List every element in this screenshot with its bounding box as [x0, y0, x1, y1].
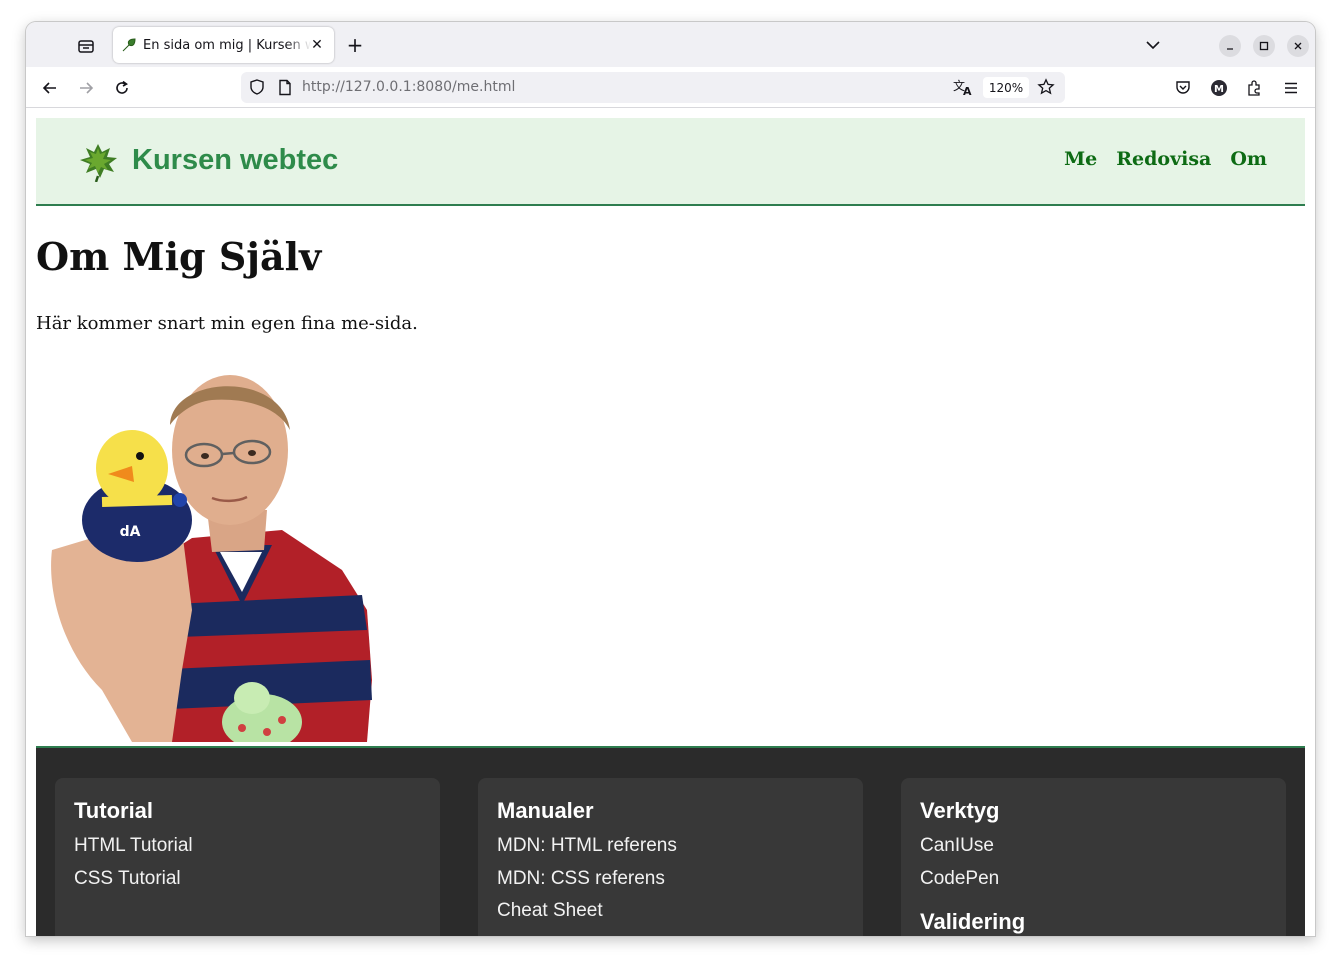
maximize-icon[interactable] [1253, 35, 1275, 57]
zoom-level[interactable]: 120% [983, 77, 1029, 98]
url-host: http://127.0.0.1 [302, 79, 412, 95]
page-title: Om Mig Själv [36, 234, 322, 279]
nav-link-redovisa[interactable]: Redovisa [1116, 148, 1211, 170]
tab-active[interactable]: En sida om mig | Kursen webtec ✕ [113, 27, 334, 63]
url-bar[interactable]: http://127.0.0.1:8080/me.html 文A 120% [241, 72, 1065, 103]
extensions-icon[interactable] [1242, 75, 1268, 101]
footer-link[interactable]: MDN: HTML referens [497, 830, 844, 863]
footer-heading: Tutorial [74, 798, 154, 823]
leaf-icon[interactable] [76, 140, 120, 183]
account-icon[interactable]: M [1206, 75, 1232, 101]
footer-subheading: Validering [920, 909, 1026, 934]
close-icon[interactable] [1287, 35, 1309, 57]
intro-paragraph: Här kommer snart min egen fina me-sida. [36, 313, 418, 334]
site-title[interactable]: Kursen webtec [132, 144, 338, 177]
footer-link[interactable]: CanIUse [920, 830, 1267, 863]
back-icon[interactable] [37, 75, 63, 101]
nav-link-me[interactable]: Me [1064, 148, 1097, 170]
page-content: Kursen webtec Me Redovisa Om Om Mig Själ… [26, 108, 1315, 936]
menu-icon[interactable] [1278, 75, 1304, 101]
shield-icon[interactable] [248, 78, 266, 100]
footer-column-manualer: Manualer MDN: HTML referens MDN: CSS ref… [478, 778, 863, 936]
url-text[interactable]: http://127.0.0.1:8080/me.html [302, 79, 515, 95]
minimize-icon[interactable] [1219, 35, 1241, 57]
translate-icon[interactable]: 文A [953, 78, 973, 100]
portrait-photo: dA [42, 370, 378, 750]
svg-text:A: A [963, 85, 972, 96]
footer-link[interactable]: Cheat Sheet [497, 895, 844, 928]
site-nav: Me Redovisa Om [1064, 148, 1267, 170]
svg-text:dA: dA [120, 524, 141, 540]
page-icon[interactable] [277, 79, 293, 100]
footer-link[interactable]: HTML Tutorial [74, 830, 421, 863]
leaf-icon [121, 37, 137, 53]
footer-link[interactable]: CSS Tutorial [74, 863, 421, 896]
url-path: :8080/me.html [411, 79, 516, 95]
plus-icon[interactable]: + [344, 33, 366, 57]
footer-column-verktyg: Verktyg CanIUse CodePen Validering [901, 778, 1286, 936]
chevron-down-icon[interactable] [1142, 34, 1164, 56]
footer-link[interactable]: MDN: CSS referens [497, 863, 844, 896]
footer-heading: Verktyg [920, 798, 1000, 823]
close-icon[interactable]: ✕ [308, 36, 326, 54]
browser-window: En sida om mig | Kursen webtec ✕ + [26, 22, 1315, 936]
nav-link-om[interactable]: Om [1230, 148, 1267, 170]
site-header: Kursen webtec Me Redovisa Om [36, 118, 1305, 206]
tab-strip: En sida om mig | Kursen webtec ✕ + [26, 22, 1315, 67]
pocket-icon[interactable] [1170, 75, 1196, 101]
tab-title: En sida om mig | Kursen webtec [143, 37, 311, 53]
footer-column-tutorial: Tutorial HTML Tutorial CSS Tutorial [55, 778, 440, 936]
tab-list-icon[interactable] [73, 33, 99, 59]
site-footer: Tutorial HTML Tutorial CSS Tutorial Manu… [36, 746, 1305, 936]
star-icon[interactable] [1037, 78, 1055, 100]
reload-icon[interactable] [109, 75, 135, 101]
footer-link[interactable]: CodePen [920, 863, 1267, 896]
navigation-bar: http://127.0.0.1:8080/me.html 文A 120% M [26, 67, 1315, 108]
forward-icon[interactable] [73, 75, 99, 101]
footer-heading: Manualer [497, 798, 594, 823]
svg-text:M: M [1214, 84, 1224, 95]
